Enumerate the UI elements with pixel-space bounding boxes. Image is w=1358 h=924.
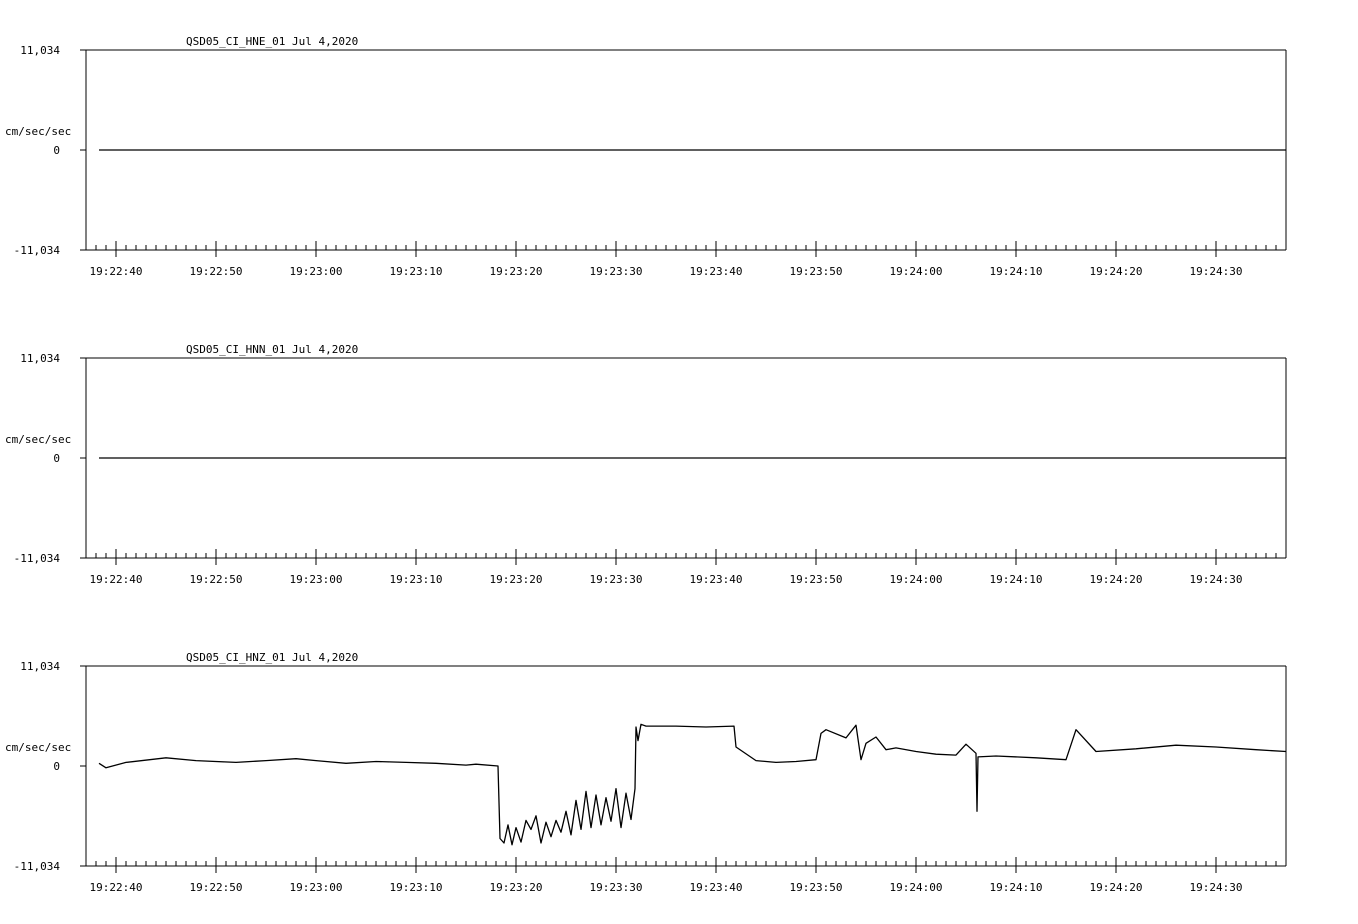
waveform-trace bbox=[98, 723, 1287, 846]
hne-panel: QSD05_CI_HNE_01 Jul 4,2020 11,034 0 -11,034… bbox=[5, 35, 1287, 278]
x-tick-label: 19:23:30 bbox=[590, 573, 643, 586]
x-tick-label: 19:23:30 bbox=[590, 881, 643, 894]
x-tick-label: 19:23:20 bbox=[490, 573, 543, 586]
y-axis-label: cm/sec/sec bbox=[5, 741, 71, 754]
hnz-panel: QSD05_CI_HNZ_01 Jul 4,2020 11,034 0 -11,034… bbox=[5, 651, 1287, 894]
x-tick-label: 19:23:40 bbox=[690, 265, 743, 278]
y-tick-label: 0 bbox=[53, 144, 60, 157]
x-tick-label: 19:24:30 bbox=[1190, 573, 1243, 586]
x-tick-label: 19:24:20 bbox=[1090, 881, 1143, 894]
y-tick-label: 11,034 bbox=[20, 44, 60, 57]
panel-title: QSD05_CI_HNN_01 Jul 4,2020 bbox=[186, 343, 358, 356]
x-tick-label: 19:22:40 bbox=[90, 881, 143, 894]
x-tick-label: 19:22:40 bbox=[90, 265, 143, 278]
x-tick-label: 19:23:10 bbox=[390, 265, 443, 278]
y-axis-label: cm/sec/sec bbox=[5, 125, 71, 138]
y-tick-label: 11,034 bbox=[20, 660, 60, 673]
y-tick-label: 0 bbox=[53, 452, 60, 465]
x-tick-label: 19:23:20 bbox=[490, 881, 543, 894]
panel-title: QSD05_CI_HNZ_01 Jul 4,2020 bbox=[186, 651, 358, 664]
x-tick-label: 19:23:00 bbox=[290, 265, 343, 278]
x-tick-label: 19:23:40 bbox=[690, 881, 743, 894]
x-tick-label: 19:23:20 bbox=[490, 265, 543, 278]
x-tick-label: 19:24:20 bbox=[1090, 265, 1143, 278]
y-tick-label: -11,034 bbox=[14, 860, 61, 873]
x-tick-label: 19:23:00 bbox=[290, 573, 343, 586]
x-tick-label: 19:24:30 bbox=[1190, 265, 1243, 278]
x-tick-label: 19:22:50 bbox=[190, 265, 243, 278]
x-tick-label: 19:23:50 bbox=[790, 573, 843, 586]
x-tick-label: 19:23:10 bbox=[390, 881, 443, 894]
x-tick-label: 19:24:30 bbox=[1190, 881, 1243, 894]
x-tick-label: 19:23:40 bbox=[690, 573, 743, 586]
x-tick-label: 19:24:20 bbox=[1090, 573, 1143, 586]
y-tick-label: 11,034 bbox=[20, 352, 60, 365]
x-tick-label: 19:22:50 bbox=[190, 881, 243, 894]
x-tick-label: 19:22:40 bbox=[90, 573, 143, 586]
x-tick-label: 19:24:00 bbox=[890, 573, 943, 586]
x-tick-label: 19:24:10 bbox=[990, 265, 1043, 278]
x-tick-label: 19:23:30 bbox=[590, 265, 643, 278]
x-tick-label: 19:23:50 bbox=[790, 881, 843, 894]
x-tick-label: 19:22:50 bbox=[190, 573, 243, 586]
seismogram-figure: QSD05_CI_HNE_01 Jul 4,2020 11,034 0 -11,034… bbox=[5, 35, 1287, 894]
x-tick-label: 19:24:10 bbox=[990, 573, 1043, 586]
x-tick-label: 19:24:10 bbox=[990, 881, 1043, 894]
y-tick-label: -11,034 bbox=[14, 552, 61, 565]
x-tick-label: 19:23:10 bbox=[390, 573, 443, 586]
x-tick-label: 19:24:00 bbox=[890, 881, 943, 894]
y-tick-label: -11,034 bbox=[14, 244, 61, 257]
x-tick-label: 19:24:00 bbox=[890, 265, 943, 278]
hnn-panel: QSD05_CI_HNN_01 Jul 4,2020 11,034 0 -11,034… bbox=[5, 343, 1287, 586]
y-tick-label: 0 bbox=[53, 760, 60, 773]
x-tick-label: 19:23:50 bbox=[790, 265, 843, 278]
panel-title: QSD05_CI_HNE_01 Jul 4,2020 bbox=[186, 35, 358, 48]
y-axis-label: cm/sec/sec bbox=[5, 433, 71, 446]
x-tick-label: 19:23:00 bbox=[290, 881, 343, 894]
